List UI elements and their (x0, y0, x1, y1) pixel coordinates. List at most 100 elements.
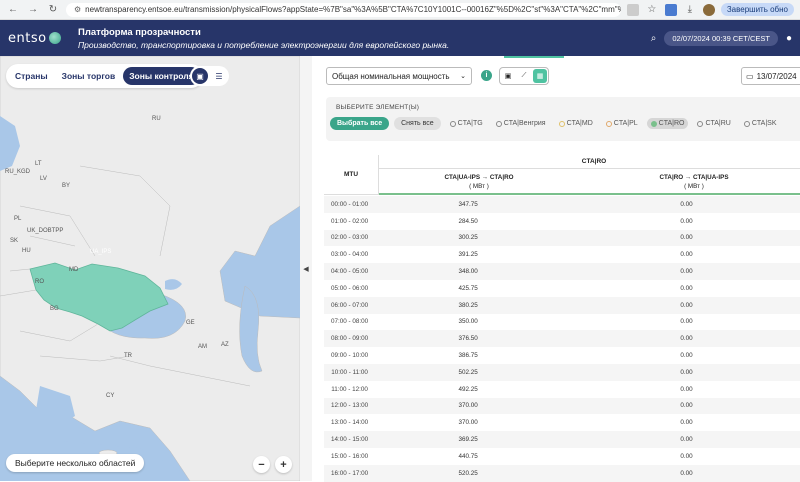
flow-out-cell: 0.00 (680, 251, 693, 259)
collapse-map-handle[interactable]: ◀ (300, 56, 312, 481)
info-icon[interactable]: i (481, 70, 492, 81)
header-divider (379, 193, 800, 195)
mtu-cell: 09:00 - 10:00 (331, 352, 369, 360)
date-picker-value: 13/07/2024 (756, 71, 797, 81)
extension-icon[interactable] (664, 3, 677, 16)
chart-view-icon[interactable]: ⟋ (517, 69, 531, 83)
tab-control-areas[interactable]: Зоны контроля (123, 67, 200, 85)
tab-countries[interactable]: Страны (9, 67, 54, 85)
flow-out-cell: 0.00 (680, 368, 693, 376)
page-subtitle: Производство, транспортировка и потребле… (78, 39, 450, 50)
map-label-hu: HU (22, 248, 31, 254)
unit-label: ( МВт ) (469, 183, 489, 190)
bookmark-star-icon[interactable]: ☆ (645, 3, 659, 17)
flow-in-cell: 520.25 (458, 469, 478, 477)
measure-dropdown[interactable]: Общая номинальная мощность ⌄ (326, 67, 472, 85)
table-row: 06:00 - 07:00 380.25 0.00 (324, 296, 800, 314)
flow-in-cell: 370.00 (458, 419, 478, 427)
table-row: 16:00 - 17:00 520.25 0.00 (324, 464, 800, 482)
reload-icon[interactable]: ↻ (46, 3, 60, 17)
map-label-uk-dobtpp: UK_DOBTPP (27, 228, 64, 234)
mtu-cell: 10:00 - 11:00 (331, 368, 368, 376)
europe-map[interactable] (0, 56, 300, 481)
flow-out-cell: 0.00 (680, 385, 693, 393)
flow-in-column-header[interactable]: CTA|UA-IPS → CTA|RO ( МВт ) (379, 170, 579, 194)
flow-in-header-label: CTA|UA-IPS → CTA|RO (444, 174, 514, 181)
chip-label: CTA|SK (751, 120, 777, 127)
table-row: 04:00 - 05:00 348.00 0.00 (324, 263, 800, 280)
flow-out-cell: 0.00 (680, 301, 693, 309)
flow-out-cell: 0.00 (680, 469, 693, 477)
zoom-in-button[interactable]: + (275, 456, 292, 473)
flow-in-cell: 380.25 (458, 301, 478, 309)
table-row: 01:00 - 02:00 284.50 0.00 (324, 213, 800, 230)
mtu-cell: 14:00 - 15:00 (331, 436, 369, 444)
area-type-tabs: Страны Зоны торгов Зоны контроля (6, 64, 203, 88)
radio-icon (743, 120, 750, 127)
data-panel: Общая номинальная мощность ⌄ i ▣ ⟋ ▦ ▭ 1… (312, 56, 800, 482)
group-column-header: CTA|RO (379, 155, 800, 169)
download-icon[interactable]: ⤓ (683, 3, 697, 17)
flow-out-cell: 0.00 (680, 234, 693, 242)
flow-in-cell: 376.50 (458, 335, 478, 343)
zoom-out-button[interactable]: − (253, 456, 270, 473)
flow-out-cell: 0.00 (680, 335, 693, 343)
flow-in-cell: 369.25 (458, 436, 478, 444)
flow-in-cell: 348.00 (458, 268, 478, 276)
chip-cta-pl[interactable]: CTA|PL (602, 118, 642, 129)
entsoe-logo[interactable]: entso (8, 31, 70, 46)
map-view[interactable]: RU LV LT RU_KGD BY PL UA_IPS UK_DOBTPP S… (0, 56, 300, 481)
search-icon[interactable]: ⌕ (651, 33, 657, 44)
map-label-am: AM (198, 344, 207, 350)
map-mode-icon[interactable]: ▣ (192, 68, 208, 84)
chip-cta-hungary[interactable]: CTA|Венгрия (492, 118, 550, 129)
table-row: 15:00 - 16:00 440.75 0.00 (324, 448, 800, 465)
unit-label: ( МВт ) (684, 183, 704, 190)
deselect-all-button[interactable]: Снять все (394, 117, 441, 130)
forward-icon[interactable]: → (26, 3, 40, 17)
map-label-ro: RO (35, 279, 44, 285)
radio-icon (605, 120, 612, 127)
datetime-badge[interactable]: 02/07/2024 00:39 CET/CEST (664, 30, 778, 46)
back-icon[interactable]: ← (6, 3, 20, 17)
mtu-cell: 01:00 - 02:00 (331, 217, 369, 225)
logo-text: entso (8, 30, 47, 46)
date-picker[interactable]: ▭ 13/07/2024 (741, 67, 800, 85)
tab-bidding-zones[interactable]: Зоны торгов (56, 67, 122, 85)
chip-cta-tg[interactable]: CTA|TG (446, 118, 487, 129)
mtu-cell: 08:00 - 09:00 (331, 335, 369, 343)
select-multiple-areas-button[interactable]: Выберите несколько областей (6, 454, 145, 472)
chip-cta-md[interactable]: CTA|MD (555, 118, 597, 129)
radio-icon (495, 120, 502, 127)
list-mode-icon[interactable]: ☰ (211, 68, 227, 84)
radio-icon (558, 120, 565, 127)
mtu-cell: 03:00 - 04:00 (331, 251, 369, 259)
map-view-toggle: ▣ ☰ (190, 66, 229, 86)
map-view-icon[interactable]: ▣ (501, 69, 515, 83)
map-label-pl: PL (14, 216, 22, 222)
finish-update-button[interactable]: Завершить обно (720, 3, 794, 16)
flow-table-body: 00:00 - 01:00 347.75 0.00 01:00 - 02:00 284.… (324, 196, 800, 482)
site-info-icon[interactable]: ⚙ (74, 5, 81, 14)
table-row: 03:00 - 04:00 391.25 0.00 (324, 246, 800, 263)
table-row: 13:00 - 14:00 370.00 0.00 (324, 414, 800, 431)
user-icon[interactable]: ● (786, 33, 792, 44)
table-row: 05:00 - 06:00 425.75 0.00 (324, 280, 800, 297)
chevron-down-icon: ⌄ (460, 73, 466, 80)
chip-cta-ro[interactable]: CTA|RO (646, 118, 689, 129)
chip-label: CTA|Венгрия (503, 120, 546, 127)
logo-mark-icon (48, 32, 61, 44)
select-all-button[interactable]: Выбрать все (330, 117, 390, 130)
mtu-cell: 11:00 - 12:00 (331, 385, 368, 393)
mtu-cell: 02:00 - 03:00 (331, 234, 369, 242)
chip-cta-sk[interactable]: CTA|SK (740, 118, 781, 129)
mtu-column-header[interactable]: MTU (324, 155, 379, 195)
table-view-icon[interactable]: ▦ (533, 69, 547, 83)
flow-out-column-header[interactable]: CTA|RO → CTA|UA-IPS ( МВт ) (579, 170, 800, 194)
profile-avatar[interactable] (702, 3, 715, 16)
calendar-icon: ▭ (746, 71, 754, 81)
translate-icon[interactable] (626, 3, 639, 16)
chip-cta-ru[interactable]: CTA|RU (693, 118, 734, 129)
address-bar[interactable]: ⚙ newtransparency.entsoe.eu/transmission… (66, 2, 621, 17)
flow-out-cell: 0.00 (680, 419, 693, 427)
